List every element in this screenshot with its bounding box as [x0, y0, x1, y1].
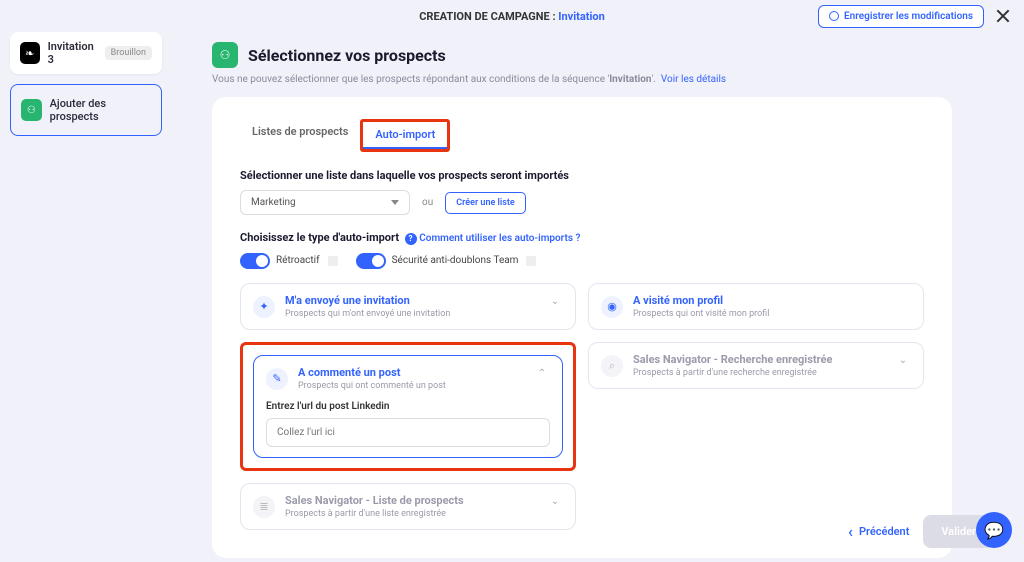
chat-icon: 💬	[984, 521, 1004, 540]
search-icon: ⌕	[601, 355, 623, 377]
option-commented-post[interactable]: ✎ A commenté un post Prospects qui ont c…	[240, 342, 576, 471]
page-title: Sélectionnez vos prospects	[248, 46, 446, 65]
campaign-card: ❧ Invitation 3 Brouillon	[10, 32, 162, 74]
tab-auto-import[interactable]: Auto-import	[363, 122, 447, 149]
eye-icon: ◉	[601, 296, 623, 318]
toggle-antiduplicate-label: Sécurité anti-doublons Team	[392, 255, 519, 266]
linkedin-url-input[interactable]	[266, 418, 550, 447]
info-icon[interactable]	[526, 256, 536, 266]
toggle-retroactive-label: Rétroactif	[276, 255, 320, 266]
toggle-retroactive[interactable]	[240, 253, 270, 269]
leaf-icon: ❧	[20, 42, 40, 64]
previous-button[interactable]: Précédent	[848, 522, 909, 541]
create-list-button[interactable]: Créer une liste	[445, 192, 526, 214]
breadcrumb-label: CREATION DE CAMPAGNE :	[419, 10, 555, 23]
details-link[interactable]: Voir les détails	[661, 74, 726, 85]
person-plus-icon: ✦	[253, 296, 275, 318]
status-badge: Brouillon	[105, 46, 152, 60]
chevron-down-icon: ⌄	[895, 353, 911, 369]
chat-fab[interactable]: 💬	[976, 512, 1012, 548]
tab-prospect-lists[interactable]: Listes de prospects	[240, 119, 360, 152]
help-link[interactable]: Comment utiliser les auto-imports ?	[419, 233, 580, 244]
people-icon: ⚇	[21, 99, 42, 121]
list-select[interactable]: Marketing	[240, 190, 410, 215]
page-subtitle: Vous ne pouvez sélectionner que les pros…	[212, 74, 1004, 85]
close-icon[interactable]	[994, 7, 1012, 25]
or-text: ou	[422, 197, 433, 208]
select-list-label: Sélectionner une liste dans laquelle vos…	[240, 169, 924, 182]
people-icon: ⚇	[212, 42, 238, 68]
edit-icon: ✎	[266, 368, 288, 390]
option-sent-invitation[interactable]: ✦ M'a envoyé une invitation Prospects qu…	[240, 283, 576, 330]
option-visited-profile[interactable]: ◉ A visité mon profil Prospects qui ont …	[588, 283, 924, 330]
option-sn-saved-search[interactable]: ⌕ Sales Navigator - Recherche enregistré…	[588, 342, 924, 389]
autoimport-type-label: Choisissez le type d'auto-import ? Comme…	[240, 231, 924, 245]
help-icon[interactable]: ?	[405, 233, 417, 245]
breadcrumb: CREATION DE CAMPAGNE : Invitation	[419, 10, 605, 23]
chevron-down-icon: ⌄	[547, 294, 563, 310]
sidebar-step-add-prospects[interactable]: ⚇ Ajouter des prospects	[10, 84, 162, 136]
sidebar-step-label: Ajouter des prospects	[50, 97, 151, 123]
list-icon: ≣	[253, 496, 275, 518]
save-button[interactable]: Enregistrer les modifications	[818, 5, 984, 28]
toggle-antiduplicate[interactable]	[356, 253, 386, 269]
breadcrumb-link[interactable]: Invitation	[558, 10, 604, 23]
option-sn-prospect-list[interactable]: ≣ Sales Navigator - Liste de prospects P…	[240, 483, 576, 530]
url-input-label: Entrez l'url du post Linkedin	[266, 401, 550, 412]
main-card: Listes de prospects Auto-import Sélectio…	[212, 97, 952, 558]
info-icon[interactable]	[328, 256, 338, 266]
campaign-name: Invitation 3	[48, 40, 97, 66]
chevron-down-icon: ⌄	[547, 494, 563, 510]
chevron-up-icon: ⌃	[534, 366, 550, 382]
